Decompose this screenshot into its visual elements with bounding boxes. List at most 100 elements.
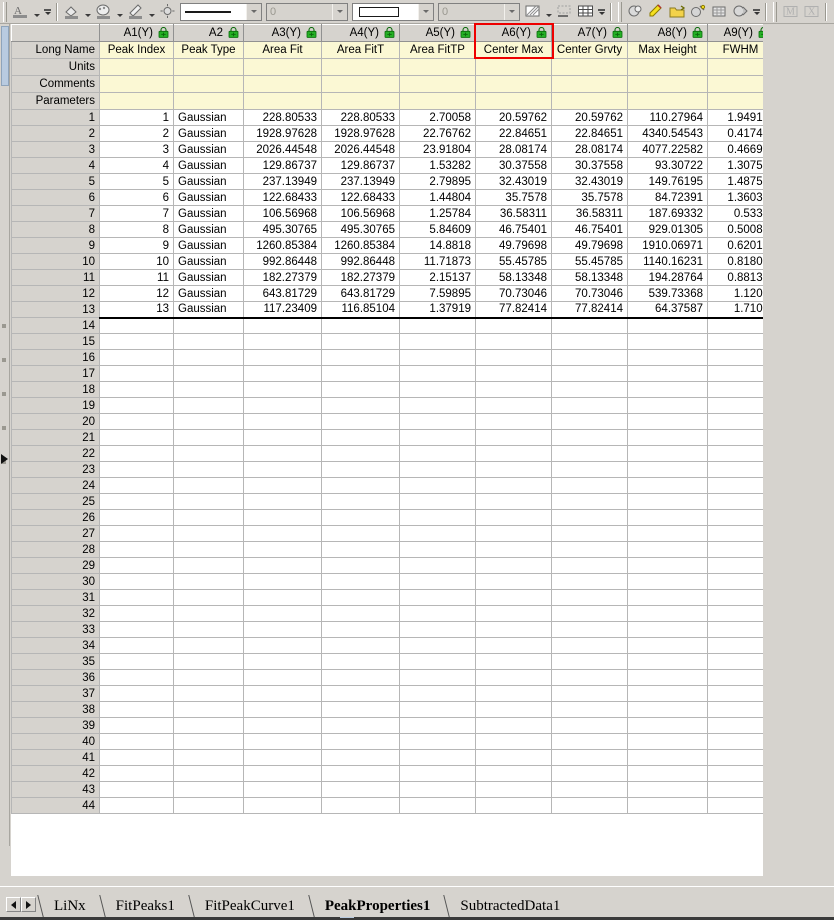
- meta-cell[interactable]: [174, 76, 244, 93]
- cell-empty[interactable]: [552, 542, 628, 558]
- long-name-cell[interactable]: Area FitT: [322, 42, 400, 59]
- meta-cell[interactable]: [628, 59, 708, 76]
- cell-empty[interactable]: [708, 718, 764, 734]
- cell-empty[interactable]: [244, 318, 322, 334]
- cell-empty[interactable]: [174, 782, 244, 798]
- cell-a5y-3[interactable]: 23.91804: [400, 142, 476, 158]
- cell-a6y-7[interactable]: 36.58311: [476, 206, 552, 222]
- row-header[interactable]: 3: [12, 142, 100, 158]
- cell-empty[interactable]: [100, 382, 174, 398]
- cell-empty[interactable]: [322, 414, 400, 430]
- cell-empty[interactable]: [400, 702, 476, 718]
- cell-a4y-6[interactable]: 122.68433: [322, 190, 400, 206]
- cell-empty[interactable]: [628, 462, 708, 478]
- cell-empty[interactable]: [100, 622, 174, 638]
- select-all-corner[interactable]: [12, 25, 100, 42]
- row-header[interactable]: 24: [12, 478, 100, 494]
- cell-empty[interactable]: [708, 734, 764, 750]
- sheet-tab-fitpeaks1[interactable]: FitPeaks1: [100, 895, 189, 917]
- cell-empty[interactable]: [244, 334, 322, 350]
- row-header[interactable]: 12: [12, 286, 100, 302]
- cell-a7y-1[interactable]: 20.59762: [552, 110, 628, 126]
- cell-empty[interactable]: [174, 382, 244, 398]
- vertical-scrollbar-left[interactable]: [0, 24, 10, 876]
- open-folder-icon[interactable]: [667, 1, 688, 22]
- cell-a6y-12[interactable]: 70.73046: [476, 286, 552, 302]
- cell-a9y-6[interactable]: 1.36035: [708, 190, 764, 206]
- lock-icon[interactable]: [384, 27, 395, 38]
- cell-empty[interactable]: [100, 734, 174, 750]
- row-header[interactable]: 20: [12, 414, 100, 430]
- cell-a8y-2[interactable]: 4340.54543: [628, 126, 708, 142]
- cell-empty[interactable]: [174, 606, 244, 622]
- cell-empty[interactable]: [100, 654, 174, 670]
- lock-icon[interactable]: [228, 27, 239, 38]
- cell-empty[interactable]: [244, 734, 322, 750]
- lightness-lamp-icon[interactable]: [157, 1, 178, 22]
- meta-cell[interactable]: [100, 76, 174, 93]
- cell-empty[interactable]: [322, 590, 400, 606]
- cell-empty[interactable]: [708, 510, 764, 526]
- row-header[interactable]: 17: [12, 366, 100, 382]
- row-header[interactable]: 18: [12, 382, 100, 398]
- cell-empty[interactable]: [100, 670, 174, 686]
- column-header-a6y[interactable]: A6(Y): [476, 25, 552, 42]
- cell-empty[interactable]: [244, 606, 322, 622]
- cell-empty[interactable]: [174, 558, 244, 574]
- cell-empty[interactable]: [100, 366, 174, 382]
- cell-a4y-13[interactable]: 116.85104: [322, 302, 400, 318]
- cell-a4y-5[interactable]: 237.13949: [322, 174, 400, 190]
- cell-empty[interactable]: [174, 494, 244, 510]
- lock-icon[interactable]: [460, 27, 471, 38]
- cell-empty[interactable]: [400, 670, 476, 686]
- cell-empty[interactable]: [552, 414, 628, 430]
- cell-empty[interactable]: [476, 782, 552, 798]
- cell-empty[interactable]: [552, 686, 628, 702]
- cell-a1y-12[interactable]: 12: [100, 286, 174, 302]
- cell-empty[interactable]: [174, 462, 244, 478]
- row-header[interactable]: 44: [12, 798, 100, 814]
- cell-a5y-10[interactable]: 11.71873: [400, 254, 476, 270]
- cell-empty[interactable]: [244, 798, 322, 814]
- cell-empty[interactable]: [708, 494, 764, 510]
- cell-a4y-1[interactable]: 228.80533: [322, 110, 400, 126]
- box-style-combo[interactable]: [352, 3, 434, 21]
- cell-empty[interactable]: [322, 558, 400, 574]
- text-color-icon[interactable]: A: [10, 1, 31, 22]
- cell-empty[interactable]: [628, 750, 708, 766]
- cell-empty[interactable]: [244, 350, 322, 366]
- cell-empty[interactable]: [174, 350, 244, 366]
- meta-row-header[interactable]: Long Name: [12, 42, 100, 59]
- cell-empty[interactable]: [322, 798, 400, 814]
- cell-empty[interactable]: [174, 574, 244, 590]
- cell-empty[interactable]: [552, 510, 628, 526]
- cell-empty[interactable]: [476, 574, 552, 590]
- cell-empty[interactable]: [322, 318, 400, 334]
- cell-a8y-11[interactable]: 194.28764: [628, 270, 708, 286]
- cell-empty[interactable]: [552, 574, 628, 590]
- cell-empty[interactable]: [476, 638, 552, 654]
- cell-a7y-6[interactable]: 35.7578: [552, 190, 628, 206]
- cell-empty[interactable]: [476, 494, 552, 510]
- row-header[interactable]: 1: [12, 110, 100, 126]
- cell-a3y-3[interactable]: 2026.44548: [244, 142, 322, 158]
- cell-empty[interactable]: [476, 430, 552, 446]
- cell-empty[interactable]: [552, 446, 628, 462]
- cell-empty[interactable]: [322, 334, 400, 350]
- pattern-dropdown-arrow[interactable]: [543, 1, 554, 22]
- cell-a4y-11[interactable]: 182.27379: [322, 270, 400, 286]
- cell-empty[interactable]: [400, 574, 476, 590]
- cell-a5y-7[interactable]: 1.25784: [400, 206, 476, 222]
- cell-a3y-1[interactable]: 228.80533: [244, 110, 322, 126]
- row-header[interactable]: 23: [12, 462, 100, 478]
- cell-empty[interactable]: [552, 654, 628, 670]
- cell-empty[interactable]: [708, 318, 764, 334]
- cell-empty[interactable]: [708, 542, 764, 558]
- sheet-tab-prev-button[interactable]: [6, 897, 21, 912]
- meta-cell[interactable]: [100, 93, 174, 110]
- cell-empty[interactable]: [552, 782, 628, 798]
- cell-empty[interactable]: [708, 366, 764, 382]
- cell-empty[interactable]: [628, 510, 708, 526]
- cell-empty[interactable]: [400, 526, 476, 542]
- toolbar-grip-3[interactable]: [773, 2, 777, 22]
